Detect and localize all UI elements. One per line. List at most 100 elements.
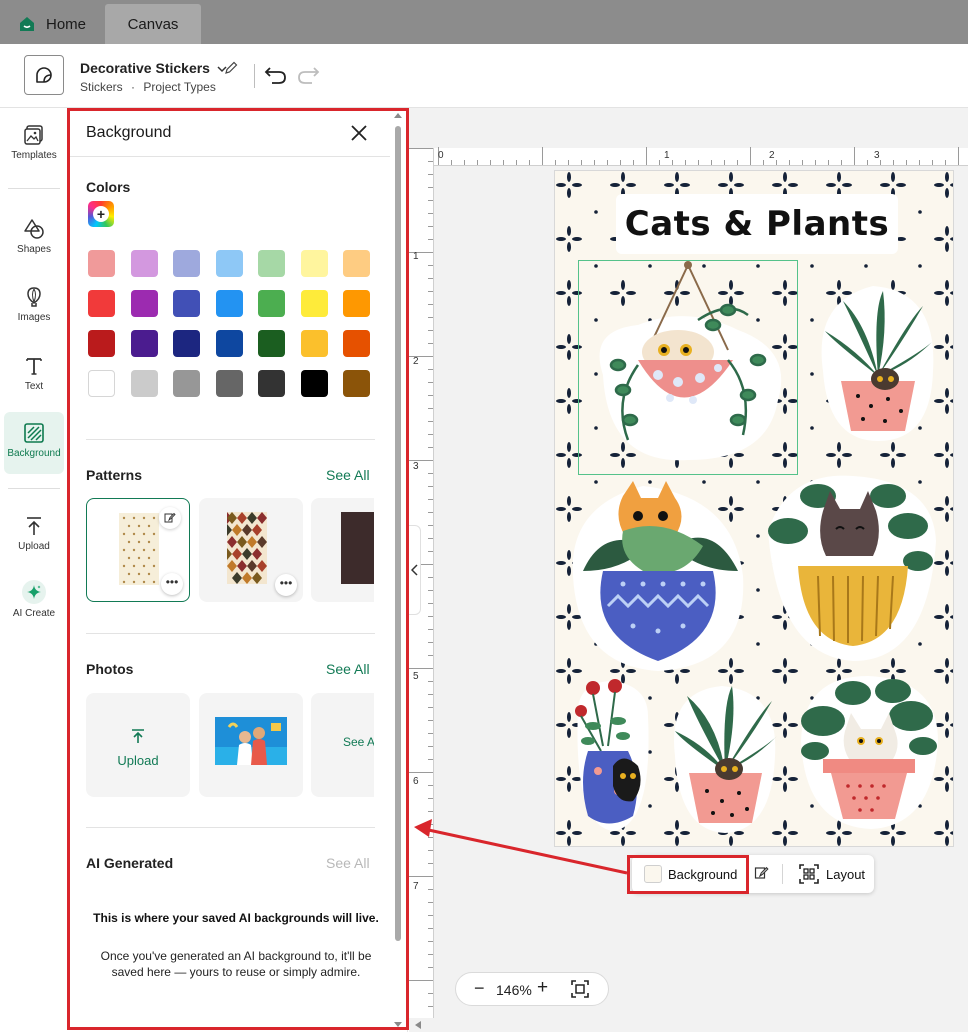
- ruler-tick: [490, 160, 491, 165]
- photo-card-couple[interactable]: [199, 693, 303, 797]
- rail-item-ai-create[interactable]: AI Create: [4, 580, 64, 619]
- edit-pencil-icon[interactable]: [224, 61, 238, 75]
- ruler-tick: [880, 160, 881, 165]
- color-swatch[interactable]: [300, 250, 328, 277]
- sticker-black-cat-vase[interactable]: [563, 676, 658, 836]
- tab-canvas[interactable]: Canvas: [105, 4, 201, 44]
- rail-item-images[interactable]: Images: [4, 286, 64, 323]
- sheet-title-box[interactable]: Cats & Plants: [616, 194, 898, 254]
- project-header: Decorative Stickers Stickers · Project T…: [0, 44, 968, 108]
- color-swatch[interactable]: [258, 370, 285, 397]
- edit-background-icon[interactable]: [754, 865, 770, 881]
- sheet-title: Cats & Plants: [624, 204, 890, 244]
- tab-home[interactable]: Home: [18, 4, 86, 44]
- ai-generated-see-all-link[interactable]: See All: [326, 855, 370, 871]
- sticker-gray-cat-yellow-pot[interactable]: [758, 471, 943, 666]
- color-swatch[interactable]: [343, 330, 370, 357]
- ruler-label: 6: [413, 776, 419, 787]
- pattern-card-dark[interactable]: [311, 498, 374, 602]
- color-swatch[interactable]: [215, 370, 243, 397]
- rail-item-shapes[interactable]: Shapes: [4, 218, 64, 255]
- color-swatch[interactable]: [88, 250, 115, 277]
- ruler-tick: [893, 160, 894, 165]
- rail-item-templates[interactable]: Templates: [4, 124, 64, 161]
- ruler-tick: [428, 733, 433, 734]
- selection-box[interactable]: [578, 260, 798, 475]
- ruler-tick: [428, 525, 433, 526]
- photos-see-all-card[interactable]: See All: [311, 693, 374, 797]
- pattern-card-dots[interactable]: •••: [86, 498, 190, 602]
- color-swatch[interactable]: [88, 370, 115, 397]
- color-swatch[interactable]: [173, 370, 200, 397]
- canvas-horizontal-scrollbar[interactable]: [409, 1018, 968, 1032]
- add-color-button[interactable]: +: [88, 201, 114, 227]
- breadcrumb-stickers[interactable]: Stickers: [80, 80, 123, 94]
- color-swatch[interactable]: [258, 250, 285, 277]
- background-button[interactable]: Background: [644, 865, 737, 883]
- ruler-tick: [428, 785, 433, 786]
- project-thumbnail[interactable]: [24, 55, 64, 95]
- left-rail: Templates Shapes Images Text Background: [0, 108, 68, 1032]
- color-swatch[interactable]: [173, 330, 200, 357]
- fit-to-screen-icon[interactable]: [570, 979, 590, 999]
- color-swatch[interactable]: [258, 290, 285, 317]
- ruler-tick: [428, 382, 433, 383]
- rail-item-text[interactable]: Text: [4, 355, 64, 392]
- color-swatch[interactable]: [130, 290, 158, 317]
- sticker-orange-cat-blue-pot[interactable]: [563, 476, 753, 676]
- close-icon[interactable]: [348, 122, 370, 144]
- ruler-tick: [408, 460, 433, 461]
- ruler-tick: [428, 213, 433, 214]
- color-swatch[interactable]: [258, 330, 285, 357]
- color-swatch[interactable]: [300, 370, 328, 397]
- edit-pattern-button[interactable]: [159, 507, 181, 529]
- ruler-tick: [428, 889, 433, 890]
- color-swatch[interactable]: [88, 290, 115, 317]
- color-swatch[interactable]: [343, 290, 370, 317]
- ruler-tick: [620, 160, 621, 165]
- color-swatch[interactable]: [130, 330, 158, 357]
- collapse-panel-button[interactable]: [409, 525, 421, 615]
- color-swatch[interactable]: [215, 250, 243, 277]
- color-swatch[interactable]: [215, 290, 243, 317]
- ruler-tick: [428, 590, 433, 591]
- color-swatch[interactable]: [88, 330, 115, 357]
- zoom-out-button[interactable]: −: [474, 978, 485, 999]
- scroll-thumb[interactable]: [395, 126, 401, 941]
- ruler-tick: [428, 551, 433, 552]
- color-swatch[interactable]: [343, 370, 370, 397]
- color-swatch[interactable]: [173, 290, 200, 317]
- ai-empty-title: This is where your saved AI backgrounds …: [93, 911, 379, 925]
- pattern-card-argyle[interactable]: •••: [199, 498, 303, 602]
- background-panel: Background Colors + Patterns See All •••…: [68, 108, 408, 1032]
- more-options-button[interactable]: •••: [161, 573, 183, 595]
- patterns-see-all-link[interactable]: See All: [326, 467, 370, 483]
- redo-icon[interactable]: [296, 64, 320, 86]
- project-title-dropdown[interactable]: Decorative Stickers: [80, 60, 227, 76]
- breadcrumb-project-types[interactable]: Project Types: [143, 80, 215, 94]
- sticker-white-cat-pink-pot[interactable]: [793, 671, 943, 831]
- upload-photo-card[interactable]: Upload: [86, 693, 190, 797]
- photos-see-all-link[interactable]: See All: [326, 661, 370, 677]
- sticker-spiky-plant-cat[interactable]: [667, 681, 782, 836]
- zoom-level: 146%: [496, 982, 532, 998]
- zoom-in-button[interactable]: +: [537, 977, 548, 999]
- color-swatch[interactable]: [343, 250, 370, 277]
- color-swatch[interactable]: [300, 290, 328, 317]
- rail-item-upload[interactable]: Upload: [4, 515, 64, 552]
- panel-scrollbar[interactable]: [394, 112, 402, 1028]
- color-swatch[interactable]: [130, 370, 158, 397]
- sticker-sheet[interactable]: Cats & Plants: [555, 171, 953, 846]
- color-swatch[interactable]: [215, 330, 243, 357]
- sticker-plant-cat-pink[interactable]: [813, 281, 943, 446]
- color-swatch[interactable]: [130, 250, 158, 277]
- color-swatch[interactable]: [300, 330, 328, 357]
- undo-icon[interactable]: [264, 64, 288, 86]
- more-options-button[interactable]: •••: [275, 574, 297, 596]
- color-swatch[interactable]: [173, 250, 200, 277]
- ruler-tick: [776, 160, 777, 165]
- images-icon: [27, 287, 41, 307]
- ruler-tick: [854, 147, 855, 165]
- rail-item-background[interactable]: Background: [4, 412, 64, 474]
- layout-button[interactable]: Layout: [798, 863, 865, 885]
